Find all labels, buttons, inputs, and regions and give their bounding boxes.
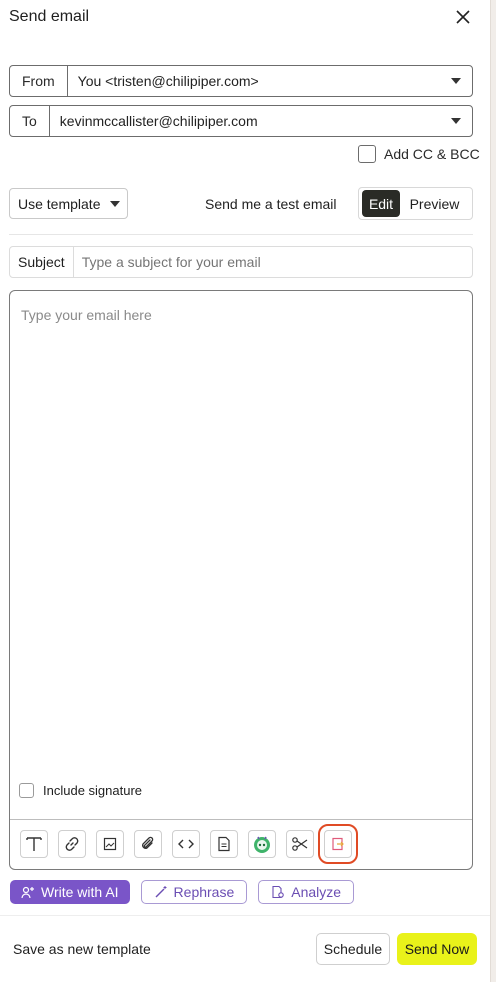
attachment-button[interactable] bbox=[134, 830, 162, 858]
divider bbox=[0, 915, 490, 916]
cc-bcc-toggle[interactable]: Add CC & BCC bbox=[358, 145, 480, 163]
image-button[interactable] bbox=[96, 830, 124, 858]
tab-edit[interactable]: Edit bbox=[362, 190, 400, 217]
analyze-button[interactable]: Analyze bbox=[258, 880, 355, 904]
cc-bcc-label: Add CC & BCC bbox=[384, 146, 480, 162]
text-format-button[interactable] bbox=[20, 830, 48, 858]
send-test-email-link[interactable]: Send me a test email bbox=[205, 196, 337, 212]
chevron-down-icon[interactable] bbox=[451, 78, 461, 84]
from-value: You <tristen@chilipiper.com> bbox=[77, 73, 259, 89]
subject-field: Subject bbox=[9, 246, 473, 278]
email-body-editor[interactable]: Type your email here Include signature bbox=[9, 290, 473, 870]
edit-preview-toggle: Edit Preview bbox=[358, 187, 473, 220]
close-icon bbox=[456, 10, 470, 24]
header: Send email bbox=[9, 0, 475, 34]
chevron-down-icon bbox=[110, 200, 121, 207]
write-with-ai-button[interactable]: Write with AI bbox=[10, 880, 130, 904]
use-template-dropdown[interactable]: Use template bbox=[9, 188, 128, 219]
rephrase-label: Rephrase bbox=[173, 884, 235, 900]
document-icon bbox=[218, 836, 230, 852]
attachment-icon bbox=[142, 836, 154, 849]
ai-actions: Write with AI Rephrase Analyze bbox=[10, 880, 355, 904]
signature-checkbox[interactable] bbox=[19, 783, 34, 798]
chevron-down-icon[interactable] bbox=[451, 118, 461, 124]
code-icon bbox=[178, 839, 194, 849]
insert-file-icon bbox=[332, 837, 344, 851]
to-field[interactable]: To kevinmccallister@chilipiper.com bbox=[9, 105, 473, 137]
document-button[interactable] bbox=[210, 830, 238, 858]
write-with-ai-label: Write with AI bbox=[41, 884, 119, 900]
to-value: kevinmccallister@chilipiper.com bbox=[59, 113, 258, 129]
rephrase-button[interactable]: Rephrase bbox=[140, 880, 248, 904]
subject-label: Subject bbox=[10, 247, 74, 277]
subject-input[interactable] bbox=[73, 254, 472, 270]
panel-edge bbox=[490, 0, 496, 982]
page-title: Send email bbox=[9, 8, 90, 25]
magic-wand-icon bbox=[155, 886, 167, 898]
include-signature-toggle[interactable]: Include signature bbox=[19, 783, 142, 798]
signature-label: Include signature bbox=[43, 783, 143, 798]
from-field[interactable]: From You <tristen@chilipiper.com> bbox=[9, 65, 473, 97]
tab-preview[interactable]: Preview bbox=[400, 196, 469, 212]
bot-button[interactable] bbox=[248, 830, 276, 858]
close-button[interactable] bbox=[451, 5, 475, 29]
insert-file-button[interactable] bbox=[318, 824, 358, 864]
bot-icon bbox=[254, 836, 270, 853]
toolbar-divider bbox=[10, 819, 472, 820]
divider bbox=[9, 234, 473, 235]
body-placeholder: Type your email here bbox=[21, 307, 152, 323]
link-button[interactable] bbox=[58, 830, 86, 858]
from-label: From bbox=[10, 66, 68, 96]
scissors-icon bbox=[292, 837, 308, 851]
editor-toolbar bbox=[20, 824, 358, 864]
to-label: To bbox=[10, 106, 50, 136]
code-button[interactable] bbox=[172, 830, 200, 858]
link-icon bbox=[65, 837, 79, 851]
schedule-button[interactable]: Schedule bbox=[316, 933, 390, 965]
cc-bcc-checkbox[interactable] bbox=[358, 145, 376, 163]
ai-person-icon bbox=[21, 886, 34, 899]
scissors-button[interactable] bbox=[286, 830, 314, 858]
text-format-icon bbox=[26, 837, 42, 851]
analyze-label: Analyze bbox=[291, 884, 342, 900]
analyze-document-icon bbox=[272, 885, 285, 899]
save-as-template-link[interactable]: Save as new template bbox=[13, 941, 151, 957]
image-icon bbox=[103, 837, 117, 851]
send-now-button[interactable]: Send Now bbox=[397, 933, 477, 965]
use-template-label: Use template bbox=[18, 195, 101, 212]
